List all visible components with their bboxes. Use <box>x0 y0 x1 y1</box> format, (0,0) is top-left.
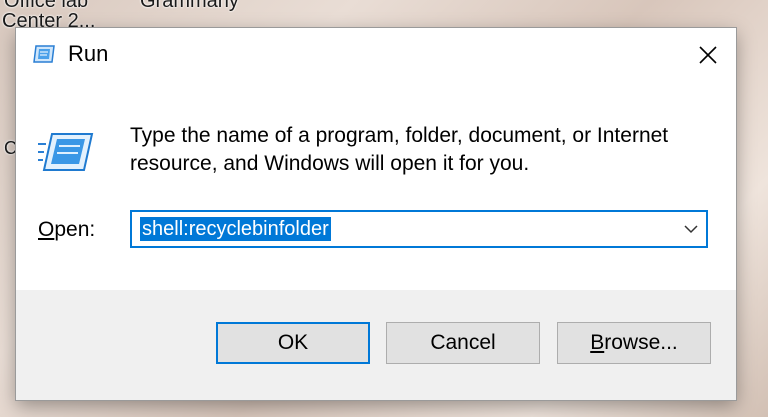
open-input[interactable]: shell:recyclebinfolder <box>140 217 331 241</box>
open-label-text: pen: <box>54 218 96 241</box>
browse-accelerator: B <box>590 331 605 354</box>
title-bar[interactable]: Run <box>16 28 736 82</box>
chevron-down-icon[interactable] <box>682 220 700 238</box>
ok-button[interactable]: OK <box>216 322 370 364</box>
cancel-button[interactable]: Cancel <box>386 322 540 364</box>
dialog-body: Type the name of a program, folder, docu… <box>16 82 736 290</box>
run-icon <box>38 130 94 174</box>
button-bar: OK Cancel Browse... <box>16 290 736 400</box>
desktop-icon-label[interactable]: Grammarly <box>140 0 239 13</box>
close-button[interactable] <box>680 28 736 82</box>
close-icon <box>699 46 717 64</box>
run-dialog: Run Type the name of a program, folder, … <box>16 28 736 400</box>
dialog-title: Run <box>68 41 109 66</box>
dialog-description: Type the name of a program, folder, docu… <box>130 124 669 175</box>
browse-button[interactable]: Browse... <box>557 322 711 364</box>
open-label: Open: <box>38 218 95 242</box>
open-label-accelerator: O <box>38 218 55 241</box>
run-icon <box>32 44 56 64</box>
open-combobox[interactable]: shell:recyclebinfolder <box>130 210 708 248</box>
browse-label: rowse... <box>604 331 678 354</box>
